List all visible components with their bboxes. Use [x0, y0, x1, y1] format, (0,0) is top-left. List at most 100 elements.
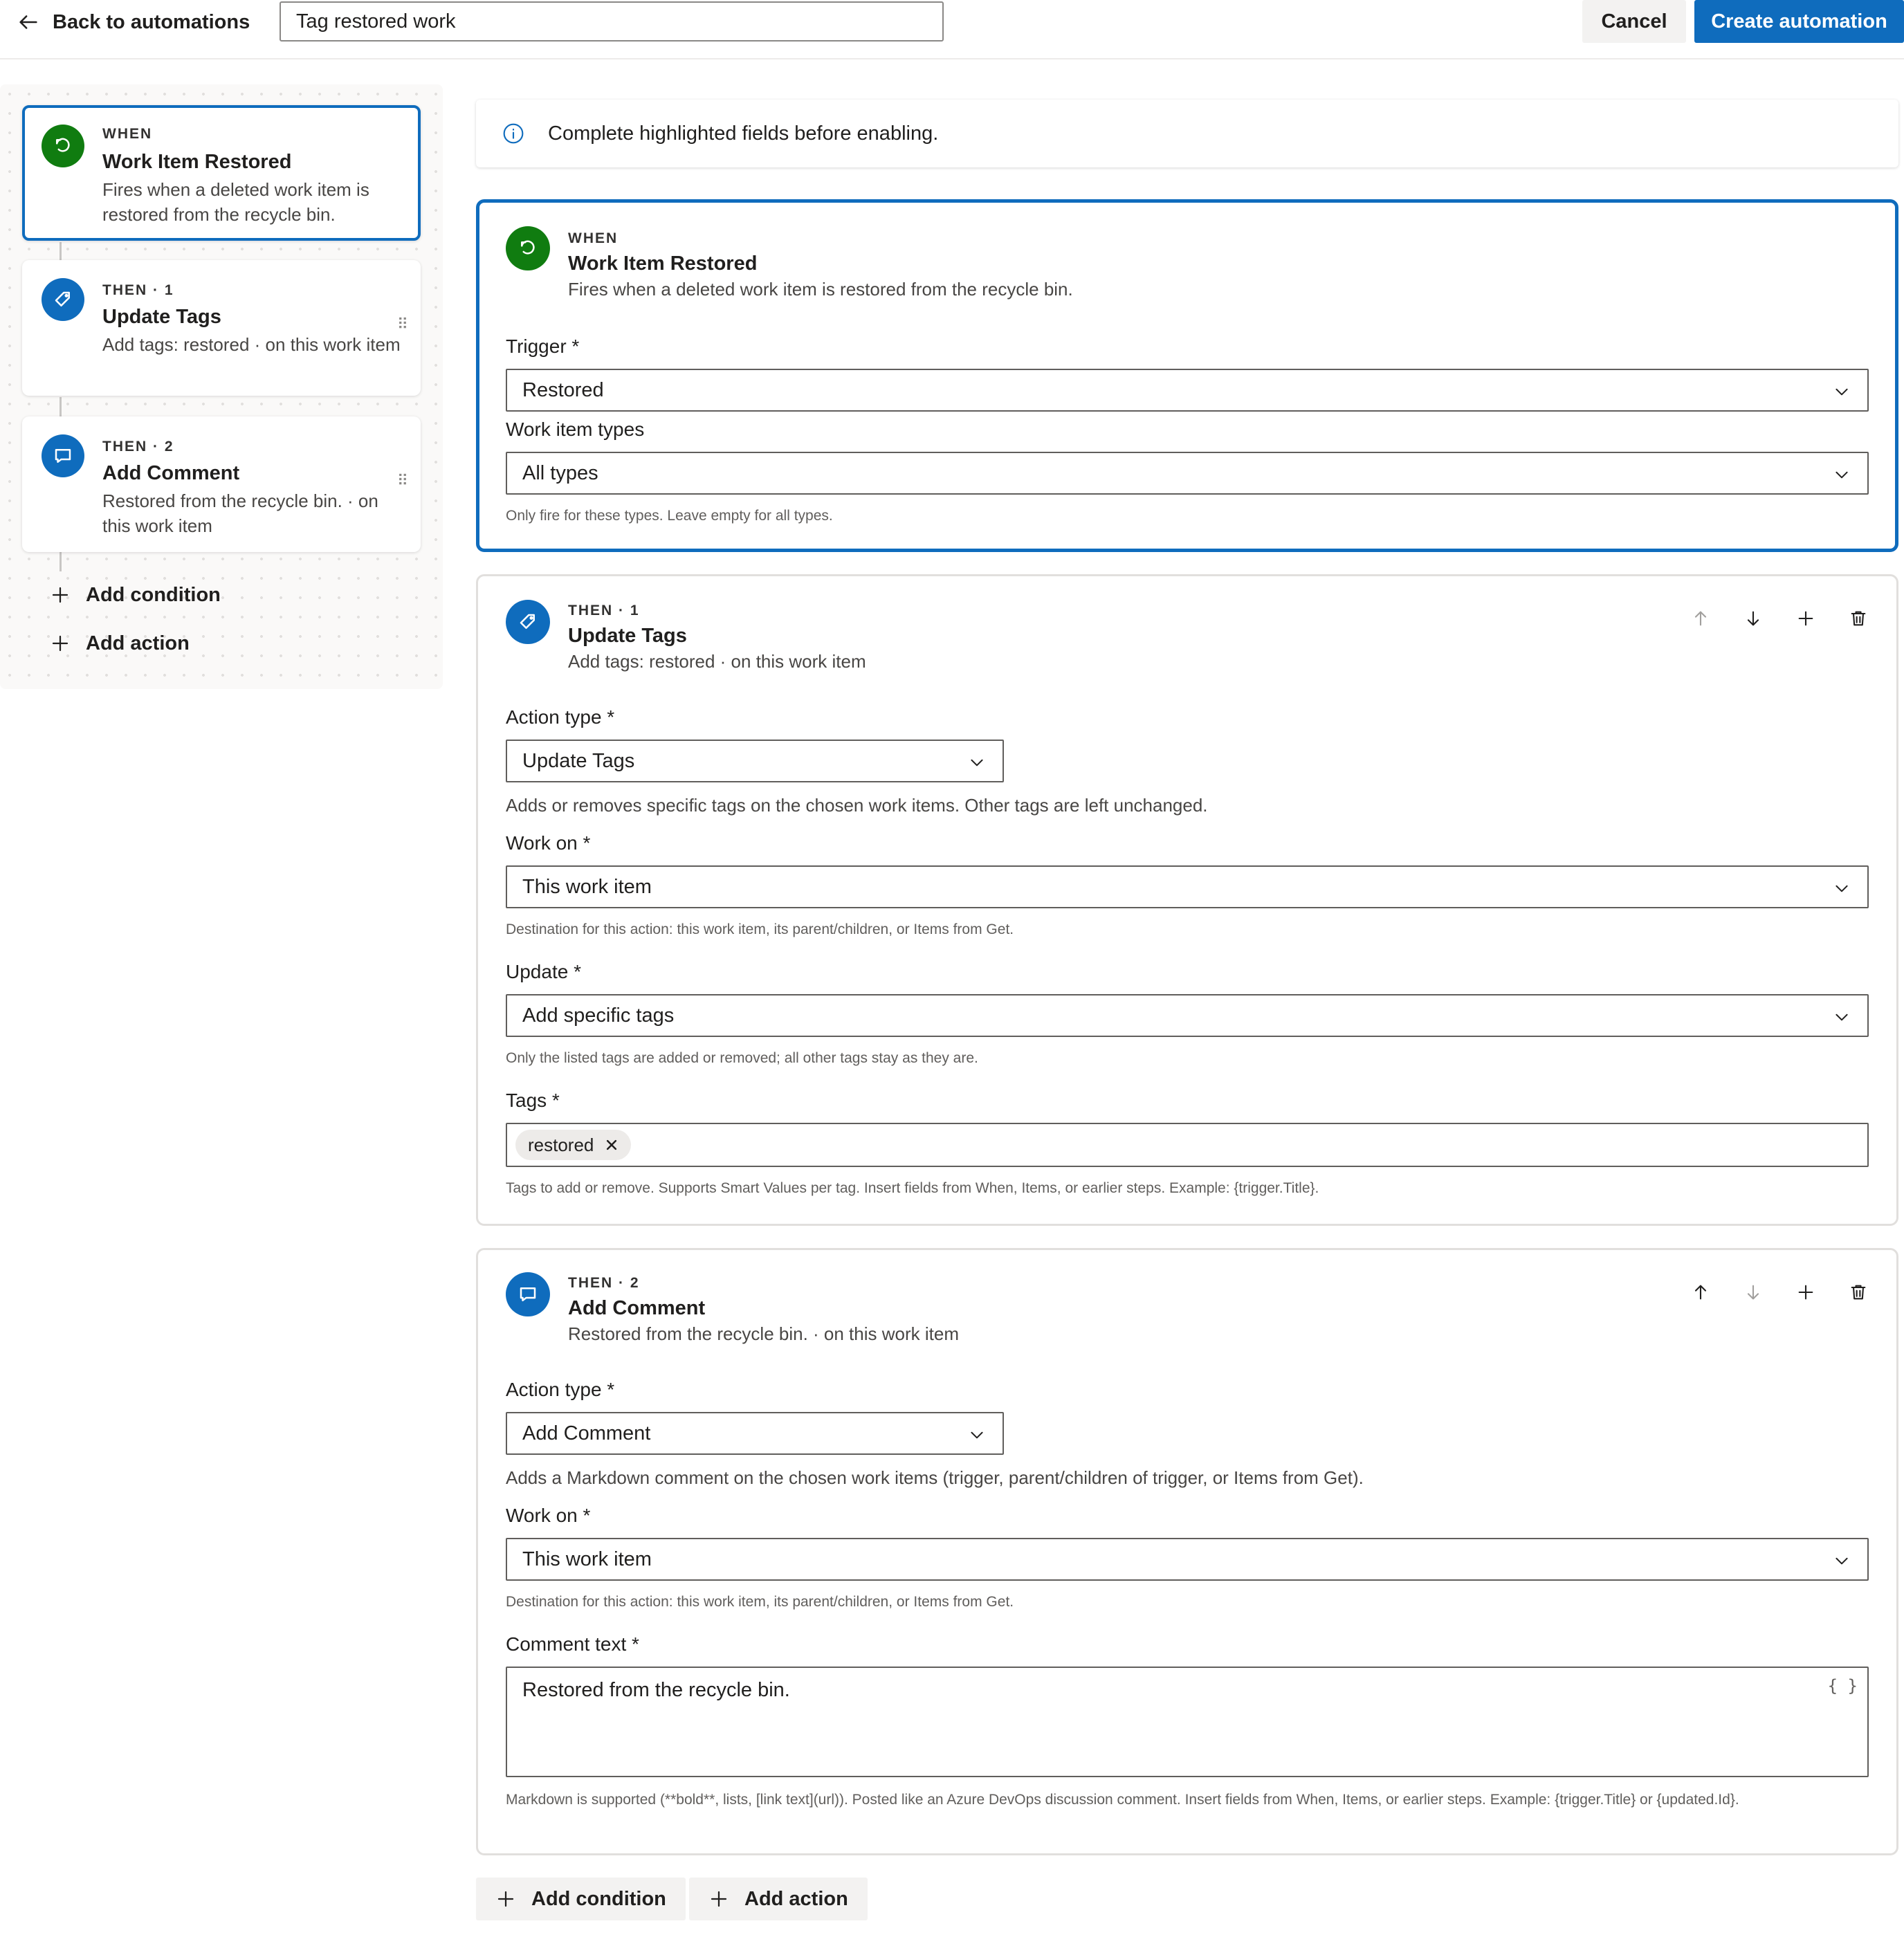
comment-text-label: Comment text * — [506, 1633, 639, 1655]
sidebar-add-condition-button[interactable]: Add condition — [50, 580, 221, 610]
action-type-select[interactable]: Update Tags — [506, 740, 1004, 782]
flow-connector — [60, 552, 62, 571]
work-on-value: This work item — [522, 1548, 652, 1570]
comment-text-value: Restored from the recycle bin. — [522, 1679, 790, 1701]
delete-step-button[interactable] — [1848, 608, 1869, 629]
chevron-down-icon — [1836, 1013, 1848, 1021]
action-2-title: Add Comment — [568, 1297, 706, 1319]
tags-input[interactable]: restored — [506, 1123, 1869, 1167]
comment-icon — [506, 1272, 550, 1316]
plus-icon — [497, 1891, 514, 1907]
info-message: Complete highlighted fields before enabl… — [548, 122, 939, 145]
action-card-update-tags: THEN · 1 Update Tags Add tags: restored … — [476, 574, 1898, 1226]
work-on-select[interactable]: This work item — [506, 1538, 1869, 1581]
chevron-down-icon — [1836, 1557, 1848, 1565]
sidebar-when-kicker: WHEN — [102, 126, 153, 142]
chevron-down-icon — [1836, 388, 1848, 396]
sidebar-card-action-2[interactable]: THEN · 2 Add Comment Restored from the r… — [22, 416, 421, 552]
work-on-hint: Destination for this action: this work i… — [506, 1594, 1014, 1610]
when-kicker: WHEN — [568, 230, 619, 246]
work-on-label: Work on * — [506, 832, 591, 854]
tag-chip-label: restored — [528, 1134, 594, 1155]
action-1-toolbar — [1690, 608, 1869, 629]
tags-hint: Tags to add or remove. Supports Smart Va… — [506, 1180, 1319, 1196]
add-action-button[interactable]: Add action — [689, 1878, 868, 1920]
action-2-toolbar — [1690, 1282, 1869, 1303]
move-down-button[interactable] — [1743, 1282, 1764, 1303]
action-2-kicker: THEN · 2 — [568, 1275, 640, 1291]
action-1-subtitle: Add tags: restored · on this work item — [568, 651, 866, 672]
tag-chip: restored — [515, 1130, 632, 1160]
sidebar-action-1-desc: Add tags: restored · on this work item — [102, 334, 401, 355]
tags-label: Tags * — [506, 1090, 560, 1111]
plus-icon — [52, 587, 68, 603]
arrow-up-icon — [1694, 1285, 1707, 1300]
arrow-down-icon — [1747, 1285, 1759, 1300]
move-up-button[interactable] — [1690, 1282, 1711, 1303]
trash-icon — [1851, 611, 1866, 626]
move-up-button[interactable] — [1690, 608, 1711, 629]
info-icon — [503, 123, 524, 144]
arrow-left-icon — [19, 15, 37, 29]
sidebar-add-action-button[interactable]: Add action — [50, 628, 190, 659]
plus-icon — [711, 1891, 727, 1907]
create-automation-button[interactable]: Create automation — [1694, 0, 1904, 43]
chevron-down-icon — [1836, 885, 1848, 892]
action-card-add-comment: THEN · 2 Add Comment Restored from the r… — [476, 1248, 1898, 1855]
add-condition-label: Add condition — [531, 1887, 666, 1910]
chevron-down-icon — [1836, 471, 1848, 479]
when-title: Work Item Restored — [568, 253, 758, 275]
insert-step-button[interactable] — [1795, 1282, 1816, 1303]
action-type-value: Add Comment — [522, 1422, 651, 1444]
trash-icon — [1851, 1285, 1866, 1300]
work-on-value: This work item — [522, 876, 652, 898]
insert-step-button[interactable] — [1795, 608, 1816, 629]
drag-handle-icon[interactable]: ⠿ — [397, 472, 408, 490]
back-to-automations-link[interactable]: Back to automations — [17, 7, 250, 37]
sidebar-action-2-desc: Restored from the recycle bin. · on this… — [102, 490, 378, 536]
plus-icon — [1798, 1285, 1813, 1300]
add-action-label: Add action — [744, 1887, 848, 1910]
tag-icon — [506, 600, 550, 644]
sidebar-card-action-1[interactable]: THEN · 1 Update Tags Add tags: restored … — [22, 260, 421, 396]
delete-step-button[interactable] — [1848, 1282, 1869, 1303]
sidebar-action-2-kicker: THEN · 2 — [102, 439, 174, 455]
trigger-label: Trigger * — [506, 336, 580, 357]
sidebar-action-1-kicker: THEN · 1 — [102, 282, 174, 298]
action-type-help: Adds or removes specific tags on the cho… — [506, 795, 1208, 816]
add-condition-button[interactable]: Add condition — [476, 1878, 686, 1920]
action-type-select[interactable]: Add Comment — [506, 1412, 1004, 1455]
update-label: Update * — [506, 961, 581, 982]
plus-icon — [52, 635, 68, 652]
plus-icon — [1798, 611, 1813, 626]
work-item-types-value: All types — [522, 462, 598, 484]
arrow-down-icon — [1747, 611, 1759, 626]
sidebar-card-when[interactable]: WHEN Work Item Restored Fires when a del… — [22, 105, 421, 241]
when-card: WHEN Work Item Restored Fires when a del… — [476, 199, 1898, 552]
back-label: Back to automations — [53, 10, 250, 33]
cancel-button[interactable]: Cancel — [1582, 0, 1686, 43]
action-type-label: Action type * — [506, 1379, 615, 1400]
trigger-select[interactable]: Restored — [506, 369, 1869, 412]
update-select[interactable]: Add specific tags — [506, 994, 1869, 1037]
tag-icon — [42, 278, 84, 321]
move-down-button[interactable] — [1743, 608, 1764, 629]
chevron-down-icon — [971, 759, 983, 767]
work-item-types-hint: Only fire for these types. Leave empty f… — [506, 508, 833, 524]
action-type-help: Adds a Markdown comment on the chosen wo… — [506, 1467, 1364, 1488]
comment-text-hint: Markdown is supported (**bold**, lists, … — [506, 1792, 1739, 1808]
automation-name-input[interactable] — [280, 1, 944, 42]
comment-text-area[interactable]: Restored from the recycle bin. { } — [506, 1667, 1869, 1777]
close-icon[interactable] — [605, 1138, 619, 1152]
sidebar-action-2-title: Add Comment — [102, 462, 240, 484]
action-type-label: Action type * — [506, 706, 615, 728]
drag-handle-icon[interactable]: ⠿ — [397, 315, 408, 333]
work-item-types-select[interactable]: All types — [506, 452, 1869, 495]
smart-value-icon[interactable]: { } — [1828, 1676, 1858, 1696]
update-value: Add specific tags — [522, 1004, 675, 1027]
comment-icon — [42, 434, 84, 477]
action-1-kicker: THEN · 1 — [568, 603, 640, 618]
add-action-label: Add action — [86, 632, 190, 654]
add-condition-label: Add condition — [86, 583, 221, 606]
work-on-select[interactable]: This work item — [506, 865, 1869, 908]
